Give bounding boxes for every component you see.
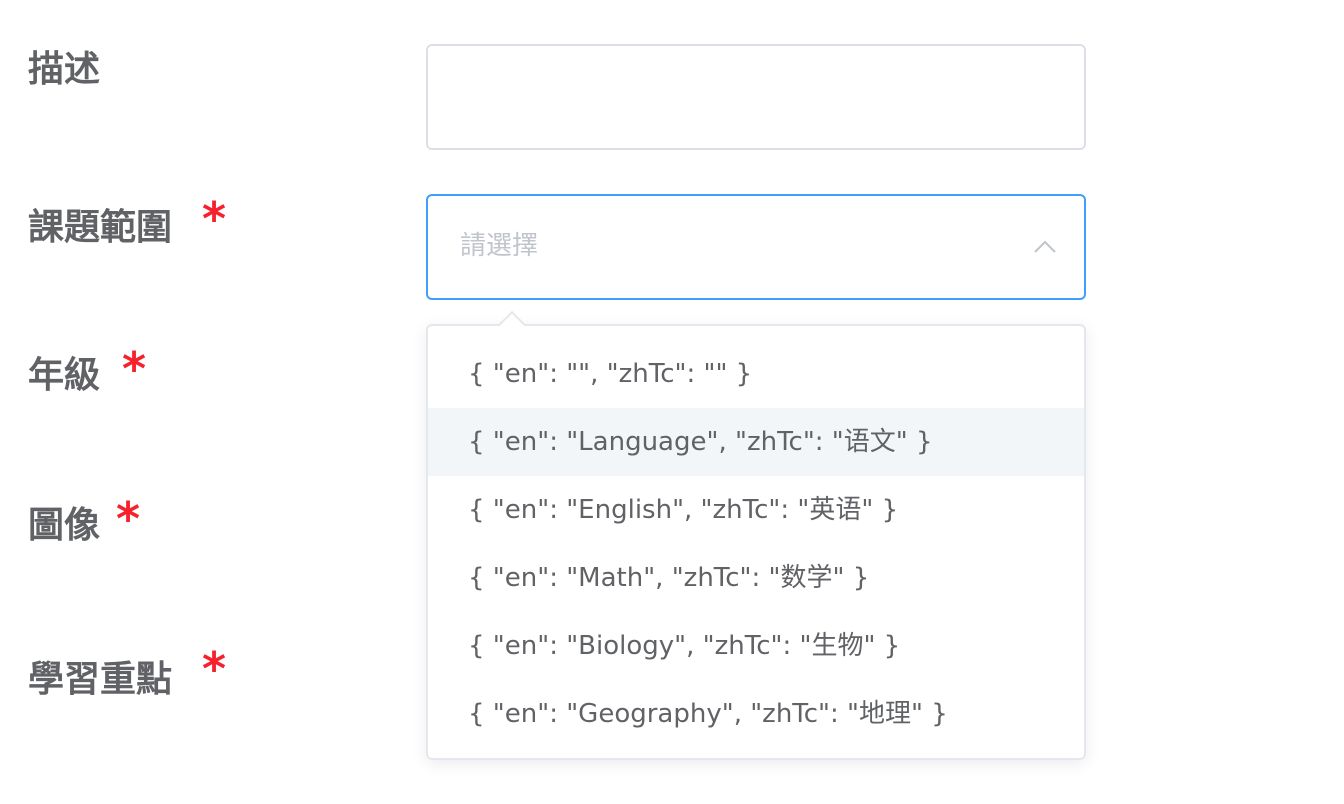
subject-option[interactable]: { "en": "Geography", "zhTc": "地理" }: [428, 680, 1084, 748]
subject-required-mark: *: [202, 192, 227, 246]
image-required-mark: *: [116, 492, 141, 546]
subject-options-list: { "en": "", "zhTc": "" } { "en": "Langua…: [428, 326, 1084, 748]
grade-label: 年級: [28, 355, 101, 396]
learning-points-required-mark: *: [202, 642, 227, 696]
description-textarea[interactable]: [426, 44, 1086, 150]
subject-option[interactable]: { "en": "Biology", "zhTc": "生物" }: [428, 612, 1084, 680]
subject-option[interactable]: { "en": "Language", "zhTc": "语文" }: [428, 408, 1084, 476]
learning-points-label: 學習重點: [28, 659, 173, 700]
description-label: 描述: [28, 49, 101, 90]
subject-select-placeholder: 請選擇: [460, 231, 539, 261]
subject-option[interactable]: { "en": "English", "zhTc": "英语" }: [428, 476, 1084, 544]
subject-select[interactable]: 請選擇: [426, 194, 1086, 300]
grade-required-mark: *: [122, 342, 147, 396]
chevron-up-icon[interactable]: [1030, 232, 1060, 262]
subject-label: 課題範圍: [28, 207, 173, 248]
subject-option[interactable]: { "en": "Math", "zhTc": "数学" }: [428, 544, 1084, 612]
image-label: 圖像: [28, 505, 101, 546]
subject-dropdown: { "en": "", "zhTc": "" } { "en": "Langua…: [426, 310, 1086, 760]
subject-option[interactable]: { "en": "", "zhTc": "" }: [428, 340, 1084, 408]
